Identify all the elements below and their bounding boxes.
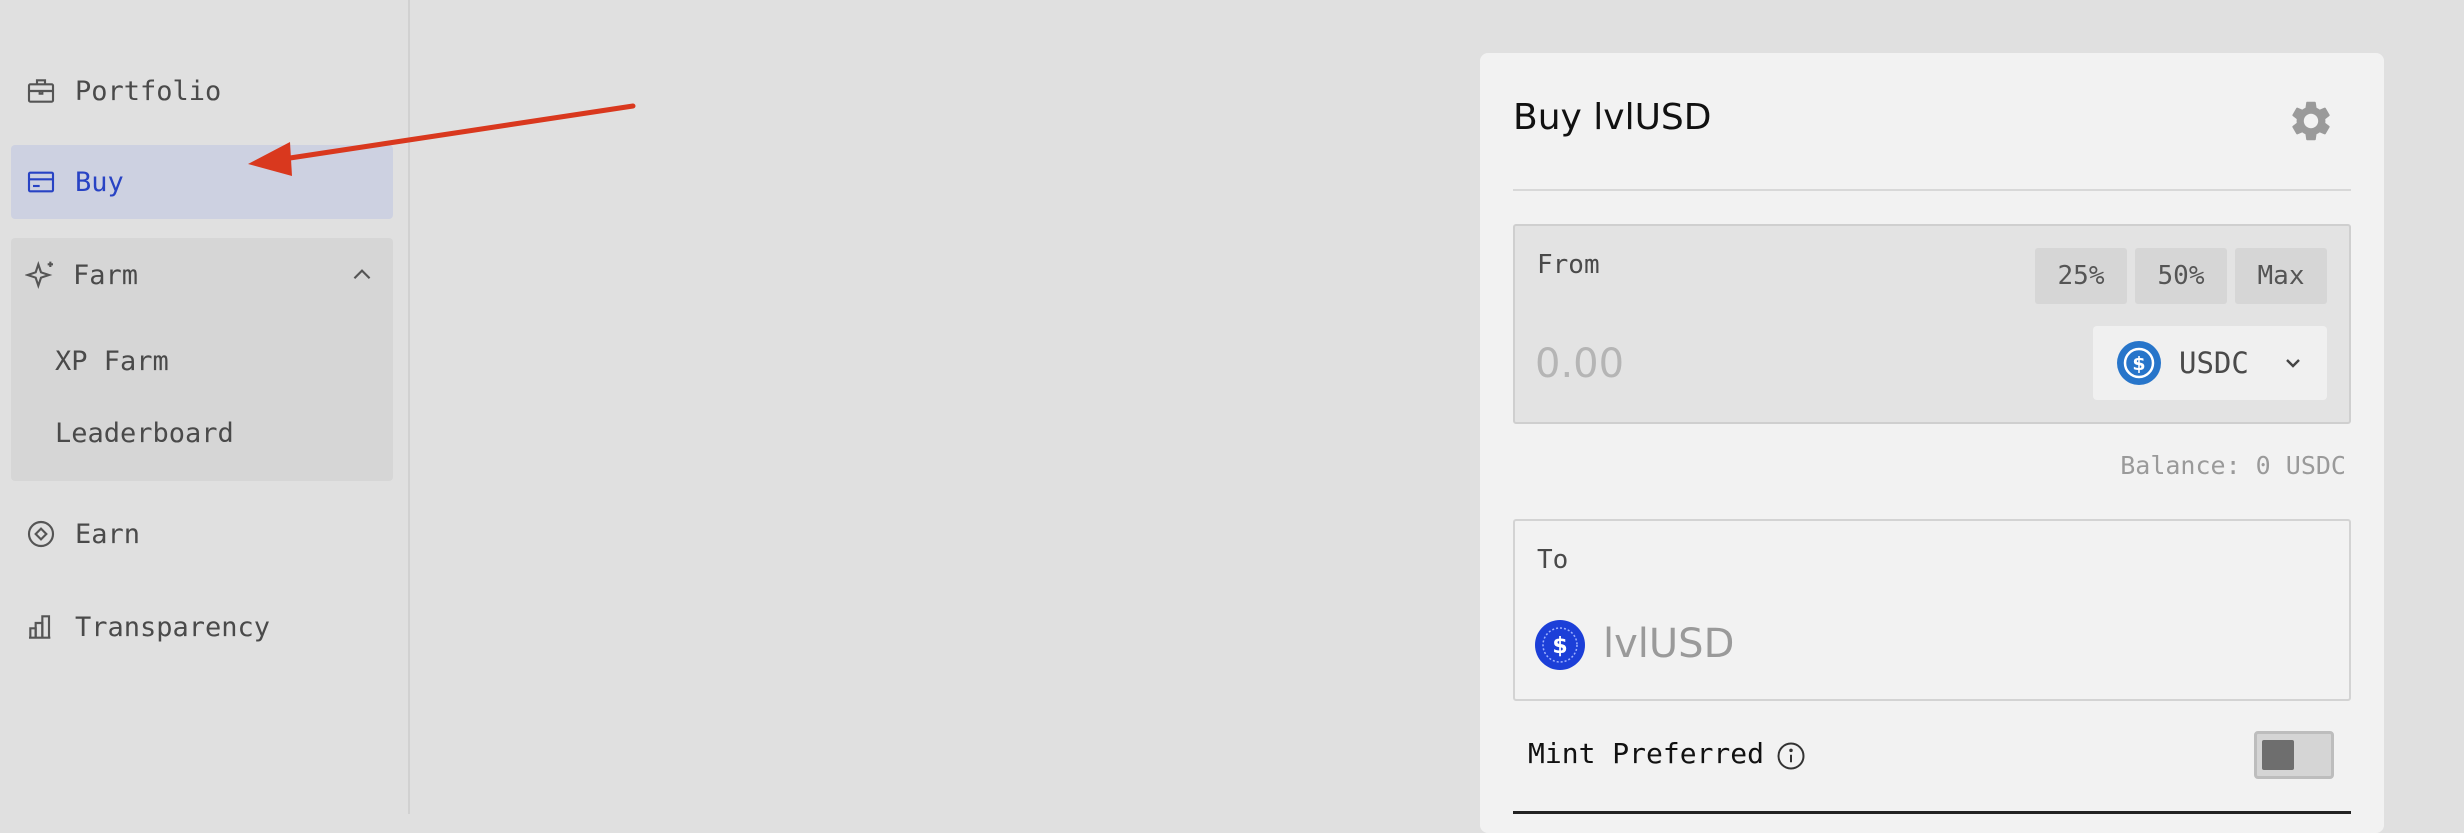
sparkle-icon (25, 260, 53, 290)
toggle-knob (2262, 740, 2294, 770)
sidebar-item-farm[interactable]: Farm (11, 238, 393, 312)
percent-50-button[interactable]: 50% (2135, 248, 2227, 304)
sidebar: Portfolio Buy Farm XP Farm Leaderboard E… (0, 0, 410, 814)
card-title: Buy lvlUSD (1513, 97, 1712, 138)
to-token-name: lvlUSD (1603, 621, 1735, 667)
sidebar-item-label: Transparency (75, 611, 271, 643)
info-icon[interactable] (1776, 741, 1806, 771)
to-label: To (1537, 545, 1569, 575)
percent-25-button[interactable]: 25% (2035, 248, 2127, 304)
usdc-icon: $ (2117, 341, 2161, 385)
sidebar-item-label: Portfolio (75, 75, 222, 107)
sidebar-item-buy[interactable]: Buy (11, 145, 393, 219)
mint-preferred-toggle[interactable] (2254, 731, 2334, 779)
max-button[interactable]: Max (2235, 248, 2327, 304)
sidebar-group-farm: Farm XP Farm Leaderboard (11, 238, 393, 481)
briefcase-icon (27, 79, 55, 103)
svg-text:$: $ (1552, 634, 1567, 659)
token-name: USDC (2179, 346, 2249, 380)
sidebar-item-portfolio[interactable]: Portfolio (11, 54, 393, 128)
from-panel: From 25% 50% Max $ USDC (1513, 224, 2351, 424)
gear-icon[interactable] (2287, 97, 2335, 145)
sidebar-item-label: Earn (75, 518, 141, 550)
chevron-up-icon[interactable] (349, 262, 375, 288)
buy-card: Buy lvlUSD From 25% 50% Max $ USDC Balan… (1480, 53, 2384, 833)
earn-coin-icon (27, 520, 55, 548)
sidebar-item-transparency[interactable]: Transparency (11, 590, 393, 664)
balance-text: Balance: 0 USDC (2120, 451, 2346, 480)
divider (1513, 189, 2351, 191)
svg-text:$: $ (2132, 353, 2145, 375)
credit-card-icon (27, 171, 55, 193)
sidebar-item-earn[interactable]: Earn (11, 497, 393, 571)
from-label: From (1537, 250, 1600, 280)
sidebar-item-label: Farm (73, 259, 139, 291)
sidebar-item-label: Buy (75, 166, 124, 198)
amount-input[interactable] (1535, 336, 1935, 392)
sidebar-subitem-xp-farm[interactable]: XP Farm (55, 346, 169, 377)
token-select[interactable]: $ USDC (2093, 326, 2327, 400)
mint-preferred-label: Mint Preferred (1528, 737, 1765, 770)
bar-chart-icon (29, 615, 51, 639)
to-panel: To $ lvlUSD (1513, 519, 2351, 701)
sidebar-subitem-leaderboard[interactable]: Leaderboard (55, 418, 234, 449)
lvlusd-icon: $ (1535, 620, 1585, 670)
chevron-down-icon (2286, 359, 2300, 368)
